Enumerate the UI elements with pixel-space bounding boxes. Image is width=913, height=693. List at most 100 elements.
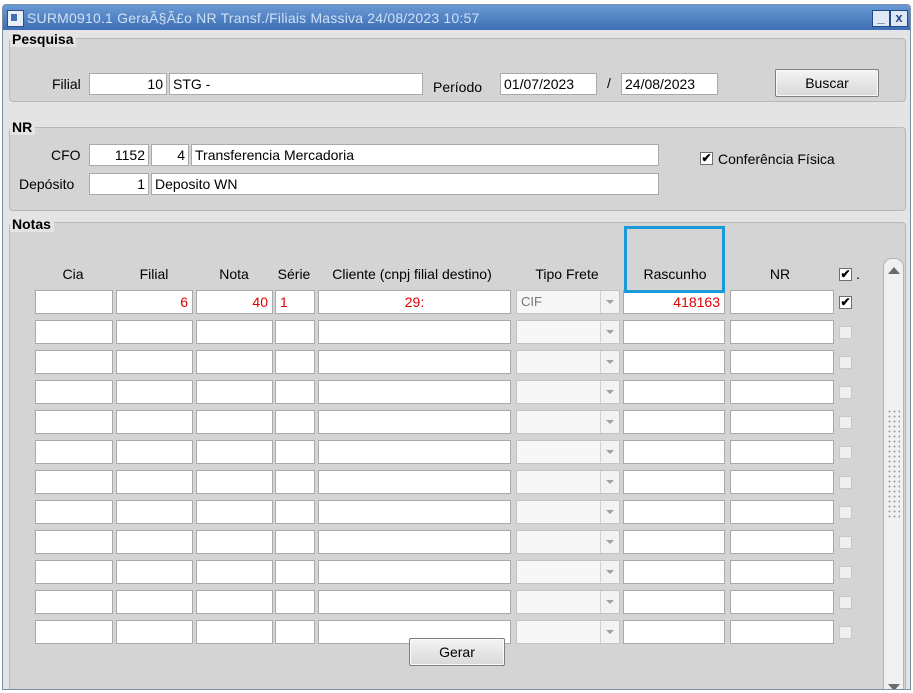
nota-cell[interactable]: 40 (196, 290, 273, 314)
filial-code-input[interactable]: 10 (89, 73, 167, 95)
tipo-frete-select[interactable] (516, 350, 620, 374)
row-select-checkbox[interactable] (839, 566, 852, 579)
chevron-down-icon[interactable] (600, 321, 619, 343)
serie-cell[interactable] (275, 350, 315, 374)
serie-cell[interactable] (275, 410, 315, 434)
cfo-code-input[interactable]: 1152 (89, 144, 149, 166)
row-select-checkbox[interactable] (839, 416, 852, 429)
cliente-cell[interactable] (318, 590, 511, 614)
nota-cell[interactable] (196, 410, 273, 434)
nota-cell[interactable] (196, 380, 273, 404)
chevron-down-icon[interactable] (600, 291, 619, 313)
filial-cell[interactable] (116, 320, 193, 344)
rascunho-cell[interactable] (623, 470, 725, 494)
scroll-down-icon[interactable] (888, 684, 900, 689)
minimize-button[interactable]: _ (872, 10, 890, 27)
nota-cell[interactable] (196, 620, 273, 644)
cia-cell[interactable] (35, 500, 113, 524)
chevron-down-icon[interactable] (600, 561, 619, 583)
filial-cell[interactable]: 6 (116, 290, 193, 314)
deposito-code-input[interactable]: 1 (89, 173, 149, 195)
filial-cell[interactable] (116, 620, 193, 644)
serie-cell[interactable] (275, 320, 315, 344)
nr-cell[interactable] (730, 380, 834, 404)
chevron-down-icon[interactable] (600, 471, 619, 493)
filial-cell[interactable] (116, 500, 193, 524)
nr-cell[interactable] (730, 290, 834, 314)
row-select-checkbox[interactable] (839, 536, 852, 549)
nr-cell[interactable] (730, 590, 834, 614)
serie-cell[interactable] (275, 500, 315, 524)
nr-cell[interactable] (730, 320, 834, 344)
row-select-checkbox[interactable]: ✔ (839, 296, 852, 309)
rascunho-cell[interactable] (623, 440, 725, 464)
cia-cell[interactable] (35, 530, 113, 554)
row-select-checkbox[interactable] (839, 626, 852, 639)
chevron-down-icon[interactable] (600, 501, 619, 523)
row-select-checkbox[interactable] (839, 386, 852, 399)
rascunho-cell[interactable] (623, 410, 725, 434)
cliente-cell[interactable] (318, 350, 511, 374)
cia-cell[interactable] (35, 560, 113, 584)
serie-cell[interactable] (275, 470, 315, 494)
chevron-down-icon[interactable] (600, 411, 619, 433)
cia-cell[interactable] (35, 410, 113, 434)
filial-cell[interactable] (116, 590, 193, 614)
serie-cell[interactable] (275, 530, 315, 554)
tipo-frete-select[interactable] (516, 380, 620, 404)
nota-cell[interactable] (196, 440, 273, 464)
rascunho-cell[interactable] (623, 350, 725, 374)
nr-cell[interactable] (730, 620, 834, 644)
cia-cell[interactable] (35, 320, 113, 344)
scroll-thumb[interactable] (887, 409, 900, 519)
nota-cell[interactable] (196, 530, 273, 554)
cfo-description-input[interactable]: Transferencia Mercadoria (191, 144, 659, 166)
filial-cell[interactable] (116, 410, 193, 434)
cia-cell[interactable] (35, 620, 113, 644)
cia-cell[interactable] (35, 590, 113, 614)
chevron-down-icon[interactable] (600, 621, 619, 643)
periodo-end-input[interactable]: 24/08/2023 (621, 73, 718, 95)
filial-cell[interactable] (116, 470, 193, 494)
close-button[interactable]: x (890, 10, 908, 27)
nota-cell[interactable] (196, 500, 273, 524)
scroll-up-icon[interactable] (888, 267, 900, 274)
cliente-cell[interactable]: 29: (318, 290, 511, 314)
nota-cell[interactable] (196, 590, 273, 614)
rascunho-cell[interactable] (623, 620, 725, 644)
serie-cell[interactable] (275, 590, 315, 614)
gerar-button[interactable]: Gerar (409, 638, 505, 666)
cliente-cell[interactable] (318, 470, 511, 494)
filial-cell[interactable] (116, 440, 193, 464)
rascunho-cell[interactable] (623, 590, 725, 614)
serie-cell[interactable]: 1 (275, 290, 315, 314)
cia-cell[interactable] (35, 470, 113, 494)
nota-cell[interactable] (196, 470, 273, 494)
periodo-start-input[interactable]: 01/07/2023 (500, 73, 597, 95)
tipo-frete-select[interactable] (516, 620, 620, 644)
notas-vertical-scrollbar[interactable] (883, 258, 904, 689)
rascunho-cell[interactable] (623, 500, 725, 524)
filial-cell[interactable] (116, 380, 193, 404)
nr-cell[interactable] (730, 350, 834, 374)
tipo-frete-select[interactable] (516, 440, 620, 464)
cliente-cell[interactable] (318, 320, 511, 344)
chevron-down-icon[interactable] (600, 351, 619, 373)
tipo-frete-select[interactable] (516, 590, 620, 614)
nota-cell[interactable] (196, 350, 273, 374)
cliente-cell[interactable] (318, 440, 511, 464)
nota-cell[interactable] (196, 560, 273, 584)
chevron-down-icon[interactable] (600, 531, 619, 553)
row-select-checkbox[interactable] (839, 446, 852, 459)
buscar-button[interactable]: Buscar (775, 69, 879, 97)
rascunho-cell[interactable] (623, 380, 725, 404)
nr-cell[interactable] (730, 440, 834, 464)
filial-cell[interactable] (116, 560, 193, 584)
cia-cell[interactable] (35, 290, 113, 314)
serie-cell[interactable] (275, 560, 315, 584)
filial-cell[interactable] (116, 350, 193, 374)
nr-cell[interactable] (730, 410, 834, 434)
tipo-frete-select[interactable]: CIF (516, 290, 620, 314)
select-all-checkbox[interactable]: ✔ (839, 268, 852, 281)
cia-cell[interactable] (35, 350, 113, 374)
